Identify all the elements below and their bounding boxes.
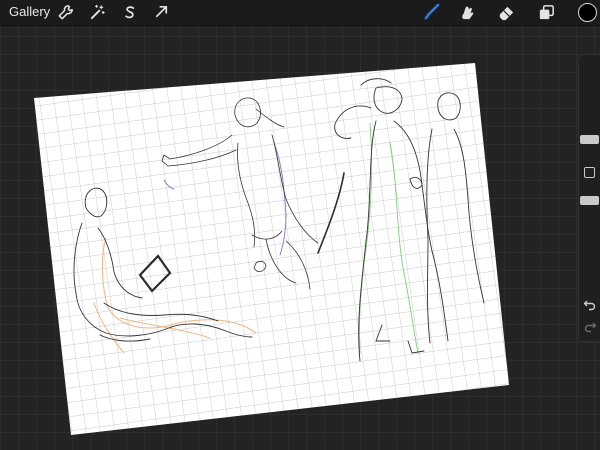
gallery-button[interactable]: Gallery bbox=[9, 4, 50, 19]
layers-icon[interactable] bbox=[537, 3, 556, 22]
selection-s-icon[interactable] bbox=[120, 3, 139, 22]
opacity-slider[interactable] bbox=[580, 196, 599, 205]
grid-overlay bbox=[34, 63, 509, 435]
drawing-canvas[interactable] bbox=[34, 63, 509, 435]
undo-icon[interactable] bbox=[583, 298, 597, 312]
top-toolbar: Gallery bbox=[0, 0, 600, 26]
brush-icon[interactable] bbox=[422, 3, 441, 22]
magic-wand-icon[interactable] bbox=[88, 3, 107, 22]
wrench-icon[interactable] bbox=[56, 3, 75, 22]
modify-button[interactable] bbox=[584, 167, 595, 178]
sidebar-panel bbox=[578, 54, 600, 342]
transform-arrow-icon[interactable] bbox=[152, 3, 171, 22]
redo-icon[interactable] bbox=[583, 320, 597, 334]
smudge-icon[interactable] bbox=[458, 3, 477, 22]
eraser-icon[interactable] bbox=[497, 3, 516, 22]
brush-size-slider[interactable] bbox=[580, 135, 599, 144]
color-picker-button[interactable] bbox=[578, 3, 597, 22]
